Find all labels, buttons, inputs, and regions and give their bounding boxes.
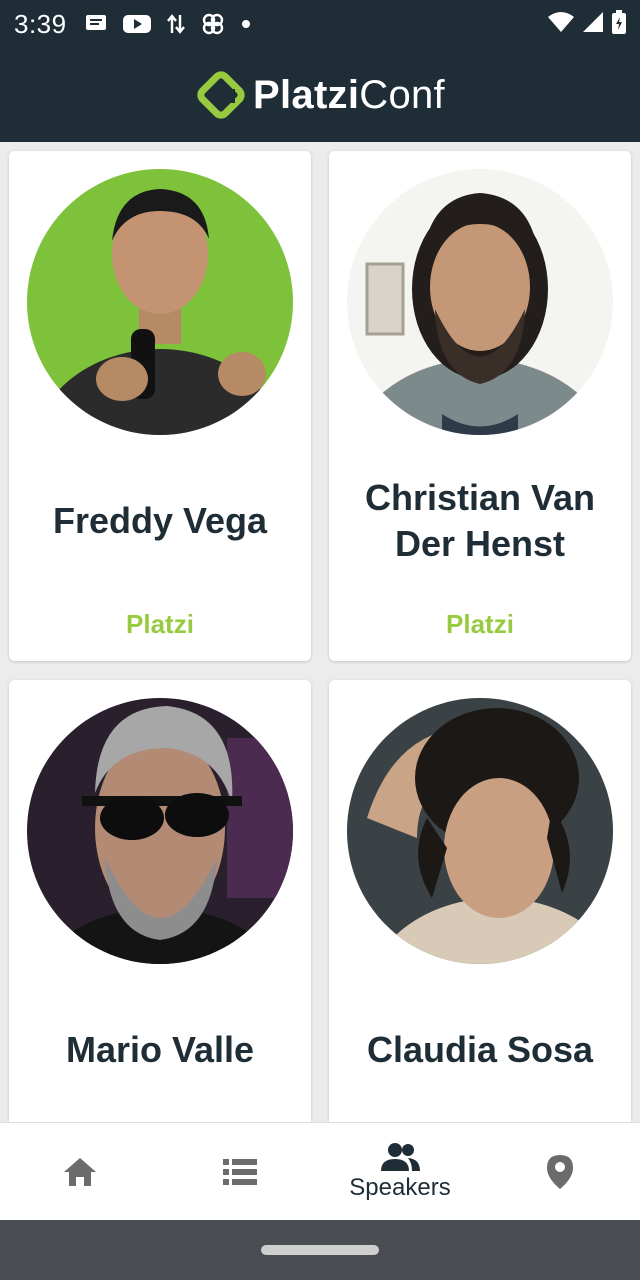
list-icon [223,1158,257,1185]
speaker-name: Claudia Sosa [366,1029,594,1070]
speaker-card[interactable]: Claudia Sosa [329,680,631,1122]
platzi-logo-icon [197,71,245,119]
data-transfer-icon [166,13,185,35]
logo-text-bold: Platzi [253,72,360,117]
status-time: 3:39 [14,8,67,39]
pinwheel-icon [201,12,225,36]
speaker-name: Christian Van Der Henst [364,477,596,564]
speaker-photo [347,169,613,435]
nav-speakers-label: Speakers [349,1173,451,1201]
signal-icon [582,11,604,38]
speaker-photo [347,698,613,964]
speaker-name: Mario Valle [65,1029,255,1070]
status-bar: 3:39 [0,0,640,48]
speaker-photo [27,169,293,435]
logo-text-light: Conf [359,72,445,117]
nav-location[interactable] [480,1123,640,1220]
speaker-name: Freddy Vega [52,500,268,541]
wifi-icon [548,11,574,38]
platziconf-logo: PlatziConf [195,69,445,121]
speaker-company: Platzi [126,609,194,639]
home-icon [64,1157,96,1186]
nav-schedule[interactable] [160,1123,320,1220]
nav-speakers[interactable]: Speakers [320,1123,480,1220]
home-gesture-pill[interactable] [261,1245,379,1255]
nav-home[interactable] [0,1123,160,1220]
speaker-card[interactable]: Mario Valle [9,680,311,1122]
system-navigation-bar [0,1220,640,1280]
speaker-card[interactable]: Freddy Vega Platzi [9,151,311,661]
battery-icon [612,9,626,39]
speaker-company: Platzi [446,609,514,639]
message-icon [85,14,107,34]
speakers-icon [381,1142,420,1171]
speaker-card[interactable]: Christian Van Der Henst Platzi [329,151,631,661]
app-bar: PlatziConf [0,48,640,142]
speaker-photo [27,698,293,964]
location-pin-icon [547,1154,573,1189]
dot-icon [241,19,251,29]
speakers-grid: Freddy Vega Platzi Christian Van Der Hen… [0,142,640,1122]
bottom-navigation: Speakers [0,1122,640,1220]
youtube-icon [122,14,151,34]
